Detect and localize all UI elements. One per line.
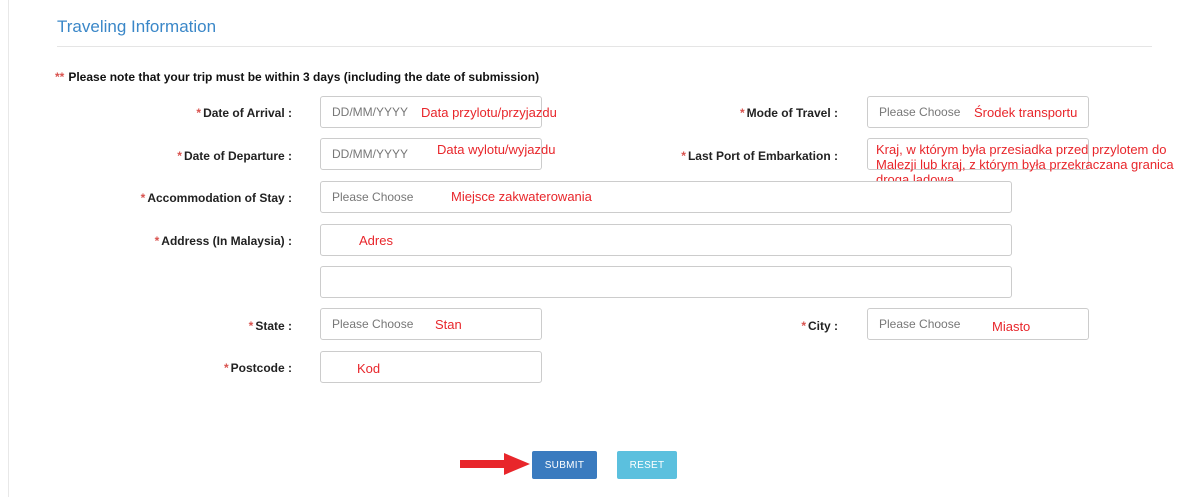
date-of-departure-annotation: Data wylotu/wyjazdu: [437, 142, 556, 157]
address-line2-input[interactable]: [320, 266, 1012, 298]
left-border: [8, 0, 9, 497]
note-stars: **: [55, 70, 65, 84]
required-mark: *: [248, 319, 254, 333]
required-mark: *: [140, 191, 146, 205]
address-annotation: Adres: [359, 233, 393, 248]
required-mark: *: [223, 361, 229, 375]
city-annotation: Miasto: [992, 319, 1031, 334]
date-of-departure-placeholder: DD/MM/YYYY: [332, 147, 409, 161]
reset-button[interactable]: RESET: [617, 451, 677, 479]
note-text: Please note that your trip must be withi…: [68, 70, 540, 84]
postcode-input[interactable]: [320, 351, 542, 383]
accommodation-label: * Accommodation of Stay :: [140, 191, 292, 205]
postcode-label: * Postcode :: [223, 361, 292, 375]
arrow-right-icon: [460, 453, 530, 475]
section-title: Traveling Information: [57, 17, 217, 36]
required-mark: *: [801, 319, 806, 333]
city-select[interactable]: Please Choose: [867, 308, 1089, 340]
required-mark: *: [681, 149, 686, 163]
city-label: * City :: [801, 319, 838, 333]
accommodation-annotation: Miejsce zakwaterowania: [451, 189, 592, 204]
mode-of-travel-annotation: Środek transportu: [974, 105, 1078, 120]
section-divider: [57, 46, 1152, 47]
required-mark: *: [177, 149, 182, 163]
required-mark: *: [739, 106, 745, 120]
date-of-arrival-label: * Date of Arrival :: [196, 106, 292, 120]
date-of-departure-label: * Date of Departure :: [177, 149, 292, 163]
trip-note: ** Please note that your trip must be wit…: [55, 70, 539, 84]
accommodation-select[interactable]: Please Choose: [320, 181, 1012, 213]
mode-of-travel-placeholder: Please Choose: [879, 105, 961, 119]
city-placeholder: Please Choose: [879, 317, 961, 331]
state-label: * State :: [248, 319, 292, 333]
address-line1-input[interactable]: [320, 224, 1012, 256]
postcode-annotation: Kod: [357, 361, 381, 376]
mode-of-travel-label: * Mode of Travel :: [739, 106, 838, 120]
state-select[interactable]: Please Choose: [320, 308, 542, 340]
last-port-label: * Last Port of Embarkation :: [681, 149, 838, 163]
submit-button[interactable]: SUBMIT: [532, 451, 597, 479]
state-annotation: Stan: [435, 317, 462, 332]
state-placeholder: Please Choose: [332, 317, 414, 331]
required-mark: *: [196, 106, 202, 120]
address-label: * Address (In Malaysia) :: [154, 234, 292, 248]
required-mark: *: [154, 234, 160, 248]
accommodation-placeholder: Please Choose: [332, 190, 414, 204]
date-of-arrival-annotation: Data przylotu/przyjazdu: [421, 105, 557, 120]
date-of-arrival-placeholder: DD/MM/YYYY: [332, 105, 409, 119]
